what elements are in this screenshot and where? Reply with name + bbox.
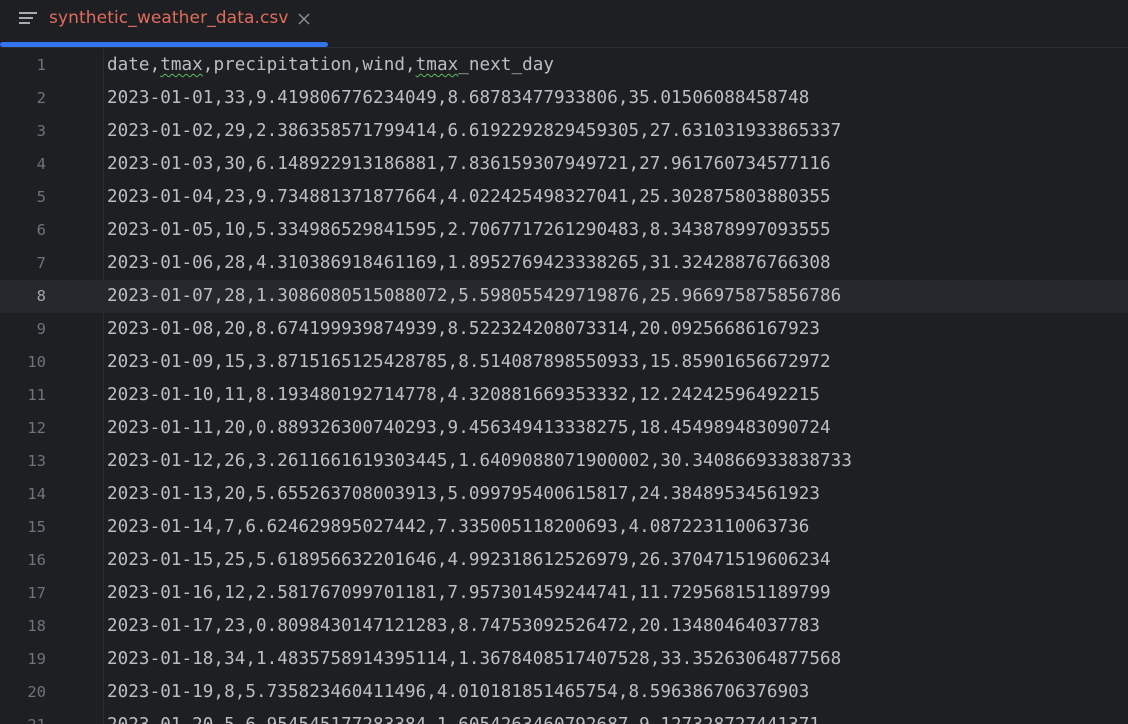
csv-data-line[interactable]: 2023-01-10,11,8.193480192714778,4.320881… [107,379,820,412]
csv-data-line[interactable]: 2023-01-16,12,2.581767099701181,7.957301… [107,577,831,610]
line-number: 6 [36,221,46,239]
csv-data-line[interactable]: 2023-01-12,26,3.2611661619303445,1.64090… [107,445,852,478]
editor-line[interactable]: 2 2023-01-01,33,9.419806776234049,8.68783… [0,82,1128,115]
line-number: 15 [27,518,46,536]
editor-line[interactable]: 12 2023-01-11,20,0.889326300740293,9.4563… [0,412,1128,445]
line-number: 9 [36,320,46,338]
typo-squiggle: tmax [160,55,203,75]
editor-line[interactable]: 13 2023-01-12,26,3.2611661619303445,1.640… [0,445,1128,478]
editor-line[interactable]: 16 2023-01-15,25,5.618956632201646,4.9923… [0,544,1128,577]
editor-line[interactable]: 9 2023-01-08,20,8.674199939874939,8.52232… [0,313,1128,346]
line-number: 2 [36,89,46,107]
csv-header-line[interactable]: date,tmax,precipitation,wind,tmax_next_d… [107,49,554,82]
line-number: 4 [36,155,46,173]
editor-tab-bar: synthetic_weather_data.csv [0,0,1128,48]
close-icon[interactable] [295,10,313,28]
editor-line[interactable]: 8 2023-01-07,28,1.3086080515088072,5.5980… [0,280,1128,313]
editor-line[interactable]: 7 2023-01-06,28,4.310386918461169,1.89527… [0,247,1128,280]
csv-data-line[interactable]: 2023-01-09,15,3.8715165125428785,8.51408… [107,346,831,379]
line-number: 16 [27,551,46,569]
line-number: 3 [36,122,46,140]
editor-line[interactable]: 17 2023-01-16,12,2.581767099701181,7.9573… [0,577,1128,610]
line-number: 12 [27,419,46,437]
line-number: 8 [36,287,46,305]
typo-squiggle: tmax [415,55,459,75]
csv-data-line[interactable]: 2023-01-15,25,5.618956632201646,4.992318… [107,544,831,577]
editor-line[interactable]: 4 2023-01-03,30,6.148922913186881,7.83615… [0,148,1128,181]
editor-line[interactable]: 14 2023-01-13,20,5.655263708003913,5.0997… [0,478,1128,511]
csv-data-line[interactable]: 2023-01-08,20,8.674199939874939,8.522324… [107,313,820,346]
csv-data-line[interactable]: 2023-01-05,10,5.334986529841595,2.706771… [107,214,831,247]
csv-data-line[interactable]: 2023-01-04,23,9.734881371877664,4.022425… [107,181,831,214]
line-number: 13 [27,452,46,470]
csv-data-line[interactable]: 2023-01-02,29,2.386358571799414,6.619229… [107,115,841,148]
line-number: 18 [27,617,46,635]
editor-line[interactable]: 20 2023-01-19,8,5.735823460411496,4.01018… [0,676,1128,709]
editor-line[interactable]: 18 2023-01-17,23,0.8098430147121283,8.747… [0,610,1128,643]
active-tab-indicator [0,42,328,47]
editor-line[interactable]: 1 date,tmax,precipitation,wind,tmax_next… [0,49,1128,82]
line-number: 1 [36,56,46,74]
csv-data-line[interactable]: 2023-01-03,30,6.148922913186881,7.836159… [107,148,831,181]
csv-data-line[interactable]: 2023-01-13,20,5.655263708003913,5.099795… [107,478,820,511]
line-number: 11 [27,386,46,404]
editor-line[interactable]: 19 2023-01-18,34,1.4835758914395114,1.367… [0,643,1128,676]
csv-data-line[interactable]: 2023-01-18,34,1.4835758914395114,1.36784… [107,643,841,676]
csv-data-line[interactable]: 2023-01-19,8,5.735823460411496,4.0101818… [107,676,809,709]
line-number: 21 [0,709,46,724]
line-number: 7 [36,254,46,272]
code-editor[interactable]: 1 date,tmax,precipitation,wind,tmax_next… [0,49,1128,724]
tab-title: synthetic_weather_data.csv [49,8,289,28]
tab-synthetic-weather-data[interactable]: synthetic_weather_data.csv [0,0,328,48]
line-number: 19 [27,650,46,668]
editor-line[interactable]: 15 2023-01-14,7,6.624629895027442,7.33500… [0,511,1128,544]
csv-data-line[interactable]: 2023-01-20,5,6.954545177283384,1.6054263… [107,709,820,724]
editor-line[interactable]: 11 2023-01-10,11,8.193480192714778,4.3208… [0,379,1128,412]
text-file-icon [19,12,37,24]
csv-data-line[interactable]: 2023-01-11,20,0.889326300740293,9.456349… [107,412,831,445]
csv-data-line[interactable]: 2023-01-17,23,0.8098430147121283,8.74753… [107,610,820,643]
editor-line[interactable]: 10 2023-01-09,15,3.8715165125428785,8.514… [0,346,1128,379]
line-number: 10 [27,353,46,371]
line-number: 20 [27,683,46,701]
csv-data-line[interactable]: 2023-01-01,33,9.419806776234049,8.687834… [107,82,809,115]
csv-data-line[interactable]: 2023-01-07,28,1.3086080515088072,5.59805… [107,280,841,313]
editor-line[interactable]: 21 2023-01-20,5,6.954545177283384,1.60542… [0,709,1128,724]
editor-line[interactable]: 6 2023-01-05,10,5.334986529841595,2.70677… [0,214,1128,247]
editor-line[interactable]: 3 2023-01-02,29,2.386358571799414,6.61922… [0,115,1128,148]
csv-data-line[interactable]: 2023-01-14,7,6.624629895027442,7.3350051… [107,511,809,544]
line-number: 5 [36,188,46,206]
line-number: 14 [27,485,46,503]
line-number: 17 [27,584,46,602]
editor-line[interactable]: 5 2023-01-04,23,9.734881371877664,4.02242… [0,181,1128,214]
csv-data-line[interactable]: 2023-01-06,28,4.310386918461169,1.895276… [107,247,831,280]
